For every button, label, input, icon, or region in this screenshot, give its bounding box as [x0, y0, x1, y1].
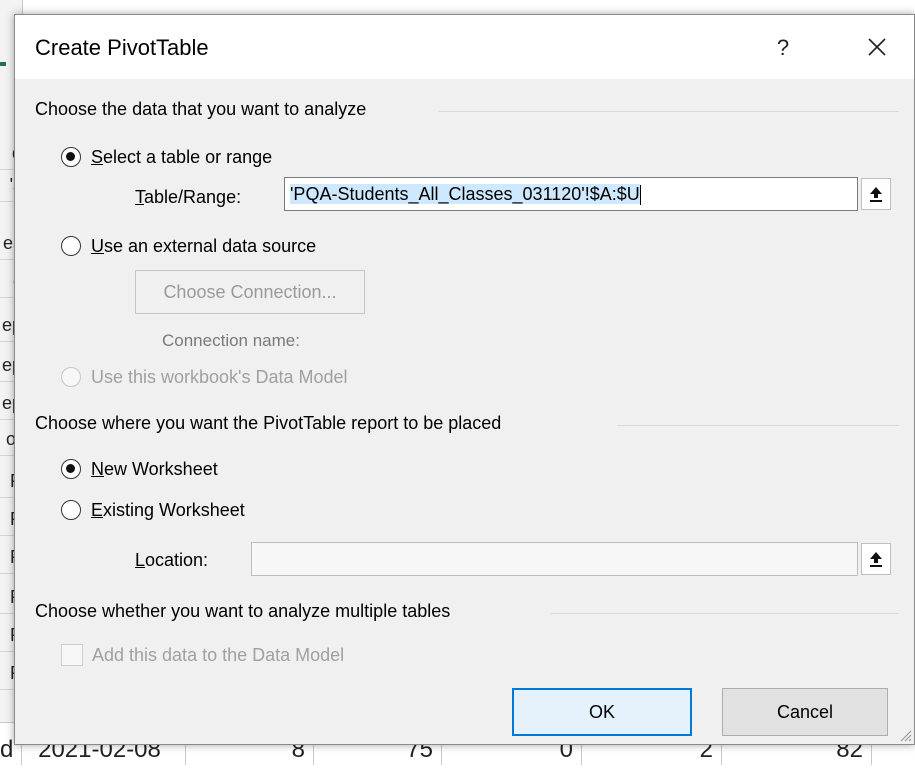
- collapse-dialog-icon: [870, 186, 882, 202]
- close-button[interactable]: [857, 29, 897, 65]
- ok-button[interactable]: OK: [512, 688, 692, 736]
- section-divider: [617, 425, 899, 426]
- section-multiple-tables-header: Choose whether you want to analyze multi…: [35, 601, 451, 621]
- mnemonic-t: T: [135, 187, 144, 207]
- mnemonic-n: N: [91, 459, 104, 479]
- section-divider: [439, 111, 899, 112]
- location-collapse-button[interactable]: [861, 543, 891, 575]
- help-button[interactable]: ?: [765, 31, 801, 65]
- close-icon: [868, 38, 886, 56]
- connection-name-label: Connection name:: [162, 331, 300, 350]
- mnemonic-s: S: [91, 147, 104, 167]
- label-new-worksheet[interactable]: New Worksheet: [91, 459, 218, 480]
- label-external-source[interactable]: Use an external data source: [91, 236, 316, 257]
- choose-connection-button[interactable]: Choose Connection...: [135, 270, 365, 314]
- label-existing-worksheet-text: xisting Worksheet: [103, 500, 245, 520]
- label-select-table[interactable]: Select a table or range: [91, 147, 272, 168]
- text-caret: [639, 185, 641, 206]
- table-range-collapse-button[interactable]: [861, 178, 891, 210]
- location-input[interactable]: [251, 542, 858, 576]
- add-to-data-model-label[interactable]: Add this data to the Data Model: [92, 645, 344, 666]
- location-label-text: ocation:: [145, 550, 209, 570]
- radio-existing-worksheet[interactable]: [61, 500, 81, 520]
- section-placement-header: Choose where you want the PivotTable rep…: [35, 413, 502, 433]
- resize-grip-icon[interactable]: [898, 728, 912, 742]
- cancel-button[interactable]: Cancel: [722, 688, 888, 736]
- table-range-value: 'PQA-Students_All_Classes_031120'!$A:$U: [290, 184, 640, 204]
- create-pivottable-dialog: Create PivotTable ? Choose the data that…: [14, 14, 915, 745]
- excel-selection-indicator: [0, 62, 6, 66]
- mnemonic-l: L: [135, 550, 146, 570]
- label-external-source-text: se an external data source: [104, 236, 317, 256]
- table-range-input[interactable]: 'PQA-Students_All_Classes_031120'!$A:$U: [284, 177, 858, 211]
- add-to-data-model-checkbox[interactable]: [61, 644, 83, 666]
- radio-select-table[interactable]: [61, 147, 81, 167]
- mnemonic-e: E: [91, 500, 104, 520]
- label-select-table-text: elect a table or range: [103, 147, 273, 167]
- section-analyze-header: Choose the data that you want to analyze: [35, 99, 367, 119]
- dialog-titlebar: Create PivotTable ?: [15, 15, 914, 79]
- table-range-label: Table/Range:: [135, 187, 241, 208]
- section-divider: [551, 613, 899, 614]
- radio-new-worksheet[interactable]: [61, 459, 81, 479]
- label-existing-worksheet[interactable]: Existing Worksheet: [91, 500, 245, 521]
- table-range-label-text: able/Range:: [144, 187, 242, 207]
- mnemonic-u: U: [91, 236, 104, 256]
- radio-external-source[interactable]: [61, 236, 81, 256]
- dialog-title: Create PivotTable: [35, 35, 209, 60]
- collapse-dialog-icon: [870, 551, 882, 567]
- label-new-worksheet-text: ew Worksheet: [104, 459, 218, 479]
- label-data-model[interactable]: Use this workbook's Data Model: [91, 367, 348, 388]
- radio-data-model[interactable]: [61, 367, 81, 387]
- location-label: Location:: [135, 550, 208, 571]
